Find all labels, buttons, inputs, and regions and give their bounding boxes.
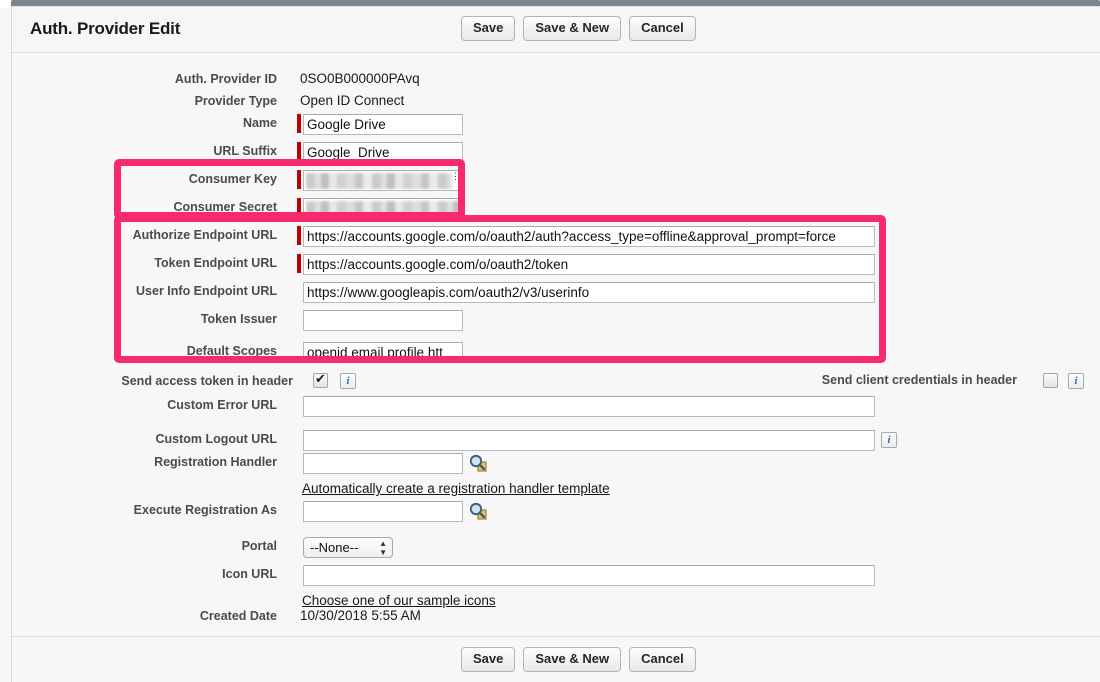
authorize-endpoint-url-input[interactable]	[303, 226, 875, 247]
portal-label: Portal	[241, 539, 277, 553]
required-marker-consumer-secret	[297, 198, 301, 217]
cancel-button-bottom[interactable]: Cancel	[629, 647, 696, 672]
execute-registration-as-input[interactable]	[303, 501, 463, 522]
required-marker-token-endpoint-url	[297, 254, 301, 273]
name-input[interactable]	[303, 114, 463, 135]
field-row-created-date: Created Date 10/30/2018 5:55 AM	[12, 607, 1100, 635]
info-icon-send-client-credentials[interactable]: i	[1068, 373, 1084, 389]
send-client-credentials-in-header-label: Send client credentials in header	[821, 373, 1017, 387]
header-button-group: Save Save & New Cancel	[461, 16, 696, 41]
info-icon-send-access-token[interactable]: i	[340, 373, 356, 389]
custom-logout-url-label: Custom Logout URL	[155, 432, 277, 446]
consumer-key-label: Consumer Key	[188, 172, 277, 186]
portal-selected-value: --None--	[310, 540, 359, 555]
icon-url-input[interactable]	[303, 565, 875, 586]
token-issuer-input[interactable]	[303, 310, 463, 331]
consumer-key-input[interactable]: ⋮	[303, 170, 463, 191]
auth-provider-id-label: Auth. Provider ID	[174, 72, 277, 86]
redacted-content-consumer-key	[306, 173, 452, 189]
custom-logout-url-input[interactable]	[303, 430, 875, 451]
token-endpoint-url-input[interactable]	[303, 254, 875, 275]
url-suffix-input[interactable]	[303, 142, 463, 163]
field-row-custom-error-url: Custom Error URL	[12, 396, 1100, 424]
field-row-default-scopes: Default Scopes	[12, 342, 1100, 370]
field-row-execute-registration-as: Execute Registration As	[12, 501, 1100, 529]
url-suffix-label: URL Suffix	[213, 144, 277, 158]
required-marker-name	[297, 114, 301, 133]
lookup-icon-execute-registration-as[interactable]	[469, 502, 487, 520]
field-row-name: Name	[12, 114, 1100, 142]
redacted-content-consumer-secret	[306, 201, 460, 217]
save-button-top[interactable]: Save	[461, 16, 516, 41]
info-icon-custom-logout-url[interactable]: i	[881, 432, 897, 448]
default-scopes-label: Default Scopes	[186, 344, 277, 358]
field-row-user-info-endpoint-url: User Info Endpoint URL	[12, 282, 1100, 310]
auth-provider-id-value: 0SO0B000000PAvq	[300, 71, 420, 86]
required-marker-consumer-key	[297, 170, 301, 189]
page-title: Auth. Provider Edit	[30, 19, 181, 38]
user-info-endpoint-url-label: User Info Endpoint URL	[136, 284, 277, 298]
field-row-url-suffix: URL Suffix	[12, 142, 1100, 170]
auth-provider-edit-page: Auth. Provider Edit Save Save & New Canc…	[0, 0, 1100, 682]
send-access-token-in-header-checkbox[interactable]	[313, 371, 328, 388]
chevron-updown-icon: ▲ ▼	[379, 539, 387, 557]
page-header: Auth. Provider Edit Save Save & New Canc…	[12, 7, 1100, 53]
user-info-endpoint-url-input[interactable]	[303, 282, 875, 303]
consumer-secret-input[interactable]	[303, 198, 463, 219]
icon-url-label: Icon URL	[222, 567, 277, 581]
authorize-endpoint-url-label: Authorize Endpoint URL	[132, 228, 277, 242]
save-and-new-button-top[interactable]: Save & New	[523, 16, 622, 41]
form-body: Auth. Provider ID 0SO0B000000PAvq Provid…	[12, 54, 1100, 636]
page-footer: Save Save & New Cancel	[12, 636, 1100, 682]
lookup-icon-registration-handler[interactable]	[469, 454, 487, 472]
provider-type-label: Provider Type	[194, 94, 277, 108]
created-date-value: 10/30/2018 5:55 AM	[300, 608, 421, 623]
registration-handler-label: Registration Handler	[154, 455, 277, 469]
name-label: Name	[242, 116, 277, 130]
required-marker-authorize-endpoint-url	[297, 226, 301, 245]
field-row-consumer-secret: Consumer Secret	[12, 198, 1100, 226]
created-date-label: Created Date	[199, 609, 277, 623]
custom-error-url-label: Custom Error URL	[167, 398, 277, 412]
registration-handler-template-link[interactable]: Automatically create a registration hand…	[302, 481, 610, 496]
field-row-portal: Portal --None-- ▲ ▼	[12, 537, 1100, 565]
custom-error-url-input[interactable]	[303, 396, 875, 417]
field-row-registration-handler: Registration Handler Automatically creat…	[12, 453, 1100, 503]
send-client-credentials-in-header-checkbox[interactable]	[1043, 373, 1058, 388]
cancel-button-top[interactable]: Cancel	[629, 16, 696, 41]
registration-handler-input[interactable]	[303, 453, 463, 474]
field-row-token-issuer: Token Issuer	[12, 310, 1100, 338]
token-issuer-label: Token Issuer	[200, 312, 277, 326]
send-access-token-in-header-label: Send access token in header	[121, 374, 293, 388]
save-button-bottom[interactable]: Save	[461, 647, 516, 672]
execute-registration-as-label: Execute Registration As	[133, 503, 277, 517]
save-and-new-button-bottom[interactable]: Save & New	[523, 647, 622, 672]
token-endpoint-url-label: Token Endpoint URL	[154, 256, 277, 270]
overflow-indicator-consumer-key: ⋮	[451, 171, 460, 181]
footer-button-group: Save Save & New Cancel	[461, 647, 696, 672]
edit-card: Auth. Provider Edit Save Save & New Canc…	[11, 6, 1100, 682]
portal-select[interactable]: --None-- ▲ ▼	[303, 537, 393, 558]
field-row-token-endpoint-url: Token Endpoint URL	[12, 254, 1100, 282]
default-scopes-input[interactable]	[303, 342, 463, 363]
provider-type-value: Open ID Connect	[300, 93, 405, 108]
required-marker-url-suffix	[297, 142, 301, 161]
consumer-secret-label: Consumer Secret	[173, 200, 277, 214]
field-row-authorize-endpoint-url: Authorize Endpoint URL	[12, 226, 1100, 254]
sample-icons-link[interactable]: Choose one of our sample icons	[302, 593, 496, 608]
field-row-consumer-key: Consumer Key ⋮	[12, 170, 1100, 198]
